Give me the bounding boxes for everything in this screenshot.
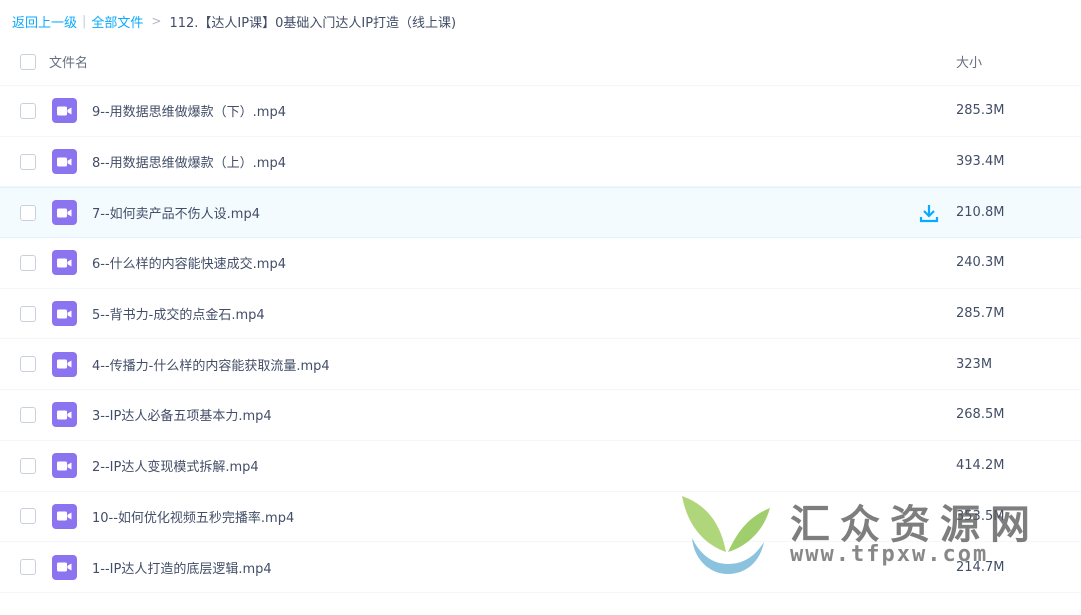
table-row[interactable]: 2--IP达人变现模式拆解.mp4 414.2M	[0, 441, 1081, 492]
file-size: 414.2M	[956, 458, 1005, 474]
file-name[interactable]: 8--用数据思维做爆款（上）.mp4	[92, 152, 286, 171]
file-size: 393.4M	[956, 154, 1005, 170]
row-checkbox[interactable]	[20, 406, 36, 423]
file-size: 285.7M	[956, 306, 1005, 322]
breadcrumb-arrow: >	[151, 14, 162, 28]
breadcrumb-separator: |	[82, 13, 87, 29]
size-column-header[interactable]: 大小	[956, 52, 982, 71]
table-row[interactable]: 9--用数据思维做爆款（下）.mp4 285.3M	[0, 86, 1081, 137]
file-name[interactable]: 6--什么样的内容能快速成交.mp4	[92, 253, 286, 272]
video-file-icon	[52, 402, 77, 428]
file-list: 9--用数据思维做爆款（下）.mp4 285.3M 8--用数据思维做爆款（上）.m…	[0, 86, 1081, 593]
file-name[interactable]: 4--传播力-什么样的内容能获取流量.mp4	[92, 355, 330, 374]
video-file-icon	[52, 351, 77, 377]
all-files-link[interactable]: 全部文件	[91, 12, 143, 31]
table-row[interactable]: 10--如何优化视频五秒完播率.mp4 353.5M	[0, 492, 1081, 543]
file-table: 文件名 大小 9--用数据思维做爆款（下）.mp4 285.3M 8--用数据思维做…	[0, 38, 1081, 593]
table-row[interactable]: 1--IP达人打造的底层逻辑.mp4 214.7M	[0, 542, 1081, 593]
video-file-icon	[52, 301, 77, 327]
table-row[interactable]: 5--背书力-成交的点金石.mp4 285.7M	[0, 289, 1081, 340]
current-folder: 112.【达人IP课】0基础入门达人IP打造（线上课)	[169, 15, 457, 31]
video-file-icon	[52, 554, 77, 580]
row-checkbox[interactable]	[20, 457, 36, 474]
table-row[interactable]: 6--什么样的内容能快速成交.mp4 240.3M	[0, 238, 1081, 289]
row-checkbox[interactable]	[20, 356, 36, 373]
table-row[interactable]: 4--传播力-什么样的内容能获取流量.mp4 323M	[0, 339, 1081, 391]
video-file-icon	[52, 149, 77, 175]
breadcrumb: 返回上一级 | 全部文件 > 112.【达人IP课】0基础入门达人IP打造（线上…	[12, 12, 457, 31]
file-size: 210.8M	[956, 205, 1005, 221]
file-size: 240.3M	[956, 255, 1005, 271]
video-file-icon	[52, 98, 77, 124]
file-name[interactable]: 5--背书力-成交的点金石.mp4	[92, 304, 265, 323]
name-column-header[interactable]: 文件名	[49, 52, 88, 71]
video-file-icon	[52, 503, 77, 529]
video-file-icon	[52, 200, 77, 226]
row-checkbox[interactable]	[20, 204, 36, 221]
video-file-icon	[52, 453, 77, 479]
file-size: 285.3M	[956, 103, 1005, 119]
file-size: 268.5M	[956, 407, 1005, 423]
file-name[interactable]: 1--IP达人打造的底层逻辑.mp4	[92, 558, 272, 577]
file-name[interactable]: 7--如何卖产品不伤人设.mp4	[92, 203, 260, 222]
table-row[interactable]: 3--IP达人必备五项基本力.mp4 268.5M	[0, 390, 1081, 441]
table-header: 文件名 大小	[0, 38, 1081, 86]
table-row[interactable]: 8--用数据思维做爆款（上）.mp4 393.4M	[0, 137, 1081, 188]
row-checkbox[interactable]	[20, 305, 36, 322]
file-size: 214.7M	[956, 559, 1005, 575]
row-checkbox[interactable]	[20, 102, 36, 119]
download-icon[interactable]	[919, 203, 939, 223]
row-checkbox[interactable]	[20, 254, 36, 271]
file-name[interactable]: 3--IP达人必备五项基本力.mp4	[92, 405, 272, 424]
file-name[interactable]: 9--用数据思维做爆款（下）.mp4	[92, 101, 286, 120]
file-name[interactable]: 2--IP达人变现模式拆解.mp4	[92, 456, 259, 475]
table-row[interactable]: 7--如何卖产品不伤人设.mp4 210.8M	[0, 187, 1081, 239]
file-size: 323M	[956, 356, 993, 372]
select-all-checkbox[interactable]	[20, 53, 36, 70]
file-name[interactable]: 10--如何优化视频五秒完播率.mp4	[92, 507, 294, 526]
video-file-icon	[52, 250, 77, 276]
file-size: 353.5M	[956, 508, 1005, 524]
back-link[interactable]: 返回上一级	[12, 12, 77, 31]
row-checkbox[interactable]	[20, 153, 36, 170]
row-checkbox[interactable]	[20, 559, 36, 576]
row-checkbox[interactable]	[20, 508, 36, 525]
